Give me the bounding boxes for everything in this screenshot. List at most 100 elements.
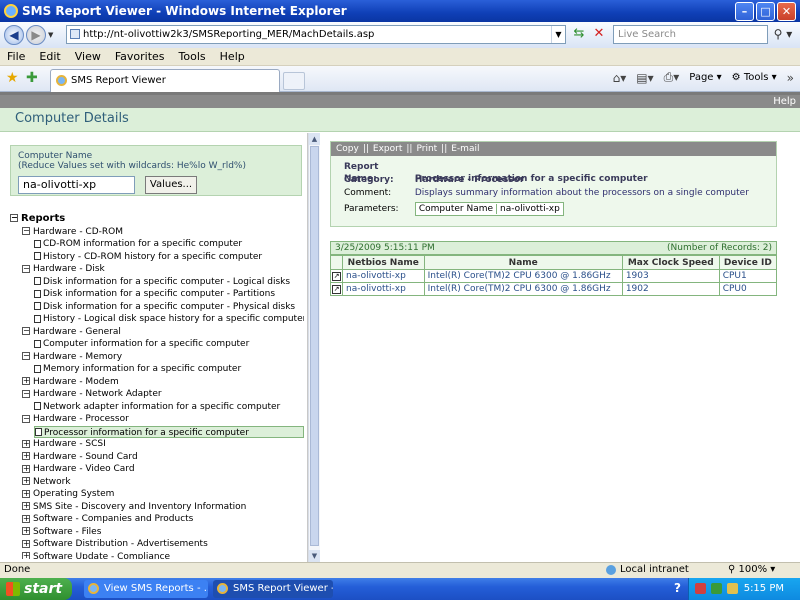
- close-button[interactable]: ✕: [777, 1, 796, 21]
- tree-report-item[interactable]: History - Logical disk space history for…: [34, 313, 304, 325]
- tray-icon[interactable]: [711, 583, 722, 594]
- expand-icon[interactable]: +: [22, 452, 30, 460]
- computer-name-input[interactable]: na-olivotti-xp: [18, 176, 135, 194]
- menu-file[interactable]: File: [0, 50, 32, 63]
- action-export[interactable]: Export: [373, 144, 402, 154]
- home-icon[interactable]: ⌂▾: [613, 71, 627, 85]
- tree-root-reports[interactable]: − Reports: [10, 213, 65, 225]
- expand-icon[interactable]: +: [22, 439, 30, 448]
- table-row[interactable]: ↗ na-olivotti-xp Intel(R) Core(TM)2 CPU 63…: [330, 269, 778, 283]
- print-icon[interactable]: ⎙▾: [664, 70, 680, 85]
- tree-category[interactable]: + Software - Companies and Products: [22, 513, 193, 525]
- tree-report-item[interactable]: Computer information for a specific comp…: [34, 338, 249, 350]
- row-link-icon[interactable]: ↗: [332, 285, 341, 294]
- column-max-clock-speed[interactable]: Max Clock Speed: [621, 255, 720, 270]
- tools-menu[interactable]: ⚙ Tools ▾: [732, 72, 777, 83]
- collapse-icon[interactable]: −: [22, 327, 30, 335]
- tree-report-item[interactable]: Disk information for a specific computer…: [34, 276, 290, 288]
- stop-icon[interactable]: ✕: [590, 26, 608, 44]
- help-link[interactable]: Help: [773, 95, 796, 109]
- left-pane-scrollbar[interactable]: ▲ ▼: [308, 133, 320, 562]
- address-bar[interactable]: http://nt-olivottiw2k3/SMSReporting_MER/…: [66, 25, 566, 44]
- tree-category[interactable]: − Hardware - Disk: [22, 263, 105, 275]
- search-input[interactable]: Live Search: [613, 25, 768, 44]
- column-name[interactable]: Name: [423, 255, 623, 270]
- tree-category[interactable]: + Hardware - Video Card: [22, 463, 135, 475]
- tree-category[interactable]: − Hardware - Network Adapter: [22, 388, 162, 400]
- tree-report-item[interactable]: Processor information for a specific com…: [34, 425, 304, 438]
- history-dropdown-icon[interactable]: ▼: [48, 31, 58, 39]
- menu-favorites[interactable]: Favorites: [108, 50, 172, 63]
- help-icon[interactable]: ?: [674, 581, 681, 595]
- collapse-icon[interactable]: −: [22, 352, 30, 360]
- tree-report-item[interactable]: Network adapter information for a specif…: [34, 401, 280, 413]
- add-favorites-icon[interactable]: ✚: [26, 70, 38, 86]
- collapse-icon[interactable]: −: [22, 264, 30, 273]
- tree-category[interactable]: + Operating System: [22, 488, 114, 500]
- tree-report-item[interactable]: Memory information for a specific comput…: [34, 363, 241, 375]
- search-icon[interactable]: ⚲ ▾: [770, 25, 796, 44]
- tree-category[interactable]: − Hardware - CD-ROM: [22, 226, 123, 238]
- menu-tools[interactable]: Tools: [172, 50, 213, 63]
- expand-icon[interactable]: +: [22, 377, 30, 385]
- expand-icon[interactable]: +: [22, 464, 30, 473]
- collapse-icon[interactable]: −: [22, 227, 30, 235]
- tree-category[interactable]: + Hardware - Modem: [22, 376, 119, 388]
- menu-view[interactable]: View: [68, 50, 108, 63]
- collapse-icon[interactable]: −: [22, 414, 30, 423]
- expand-icon[interactable]: +: [22, 489, 30, 498]
- column-netbios-name[interactable]: Netbios Name: [342, 255, 425, 270]
- taskbar-item-sms-report-viewer[interactable]: SMS Report Viewer - ...: [213, 580, 333, 598]
- tree-category[interactable]: + Software Distribution - Advertisements: [22, 538, 208, 550]
- taskbar-item-view-sms-reports[interactable]: View SMS Reports - ...: [84, 580, 208, 598]
- scroll-thumb[interactable]: [310, 146, 319, 546]
- action-email[interactable]: E-mail: [451, 144, 479, 154]
- expand-icon[interactable]: +: [22, 552, 30, 559]
- expand-icon[interactable]: +: [22, 527, 30, 535]
- collapse-icon[interactable]: −: [22, 389, 30, 398]
- back-button[interactable]: ◀: [4, 25, 24, 45]
- tray-icon[interactable]: [695, 583, 706, 594]
- feeds-icon[interactable]: ▤▾: [636, 71, 653, 85]
- expand-icon[interactable]: +: [22, 539, 30, 548]
- tree-category[interactable]: + Hardware - Sound Card: [22, 451, 138, 463]
- tab-sms-report-viewer[interactable]: SMS Report Viewer: [50, 69, 280, 92]
- minimize-button[interactable]: –: [735, 1, 754, 21]
- row-link-icon[interactable]: ↗: [332, 272, 341, 281]
- maximize-button[interactable]: □: [756, 1, 775, 21]
- expand-icon[interactable]: +: [22, 502, 30, 510]
- tree-category[interactable]: − Hardware - General: [22, 326, 121, 338]
- tree-category[interactable]: + Software - Files: [22, 526, 101, 538]
- expand-icon[interactable]: +: [22, 514, 30, 523]
- tree-report-item[interactable]: History - CD-ROM history for a specific …: [34, 251, 262, 263]
- tree-report-item[interactable]: Disk information for a specific computer…: [34, 301, 295, 313]
- scroll-down-icon[interactable]: ▼: [309, 550, 320, 562]
- menu-help[interactable]: Help: [213, 50, 252, 63]
- favorites-star-icon[interactable]: ★: [6, 70, 19, 86]
- tree-category[interactable]: + Software Update - Compliance: [22, 551, 170, 559]
- new-tab-button[interactable]: [283, 72, 305, 90]
- action-copy[interactable]: Copy: [336, 144, 359, 154]
- values-button[interactable]: Values...: [145, 176, 197, 194]
- page-menu[interactable]: Page ▾: [689, 72, 721, 83]
- column-device-id[interactable]: Device ID: [718, 255, 778, 270]
- collapse-icon[interactable]: −: [10, 214, 18, 222]
- zoom-level[interactable]: ⚲ 100% ▾: [728, 563, 775, 577]
- tree-report-item[interactable]: CD-ROM information for a specific comput…: [34, 238, 242, 250]
- start-button[interactable]: start: [0, 578, 72, 600]
- expand-icon[interactable]: +: [22, 477, 30, 485]
- tree-report-item[interactable]: Disk information for a specific computer…: [34, 288, 275, 300]
- address-dropdown-icon[interactable]: ▼: [551, 26, 565, 43]
- forward-button[interactable]: ▶: [26, 25, 46, 45]
- scroll-up-icon[interactable]: ▲: [309, 133, 320, 145]
- tree-category[interactable]: − Hardware - Memory: [22, 351, 122, 363]
- chevron-right-icon[interactable]: »: [787, 71, 794, 85]
- tree-category[interactable]: − Hardware - Processor: [22, 413, 129, 425]
- tree-category[interactable]: + SMS Site - Discovery and Inventory Info…: [22, 501, 246, 513]
- tray-icon[interactable]: [727, 583, 738, 594]
- table-row[interactable]: ↗ na-olivotti-xp Intel(R) Core(TM)2 CPU 63…: [330, 282, 778, 296]
- tree-category[interactable]: + Network: [22, 476, 71, 488]
- row-link-cell[interactable]: ↗: [330, 282, 343, 296]
- refresh-icon[interactable]: ⇆: [570, 26, 588, 44]
- tree-category[interactable]: + Hardware - SCSI: [22, 438, 106, 450]
